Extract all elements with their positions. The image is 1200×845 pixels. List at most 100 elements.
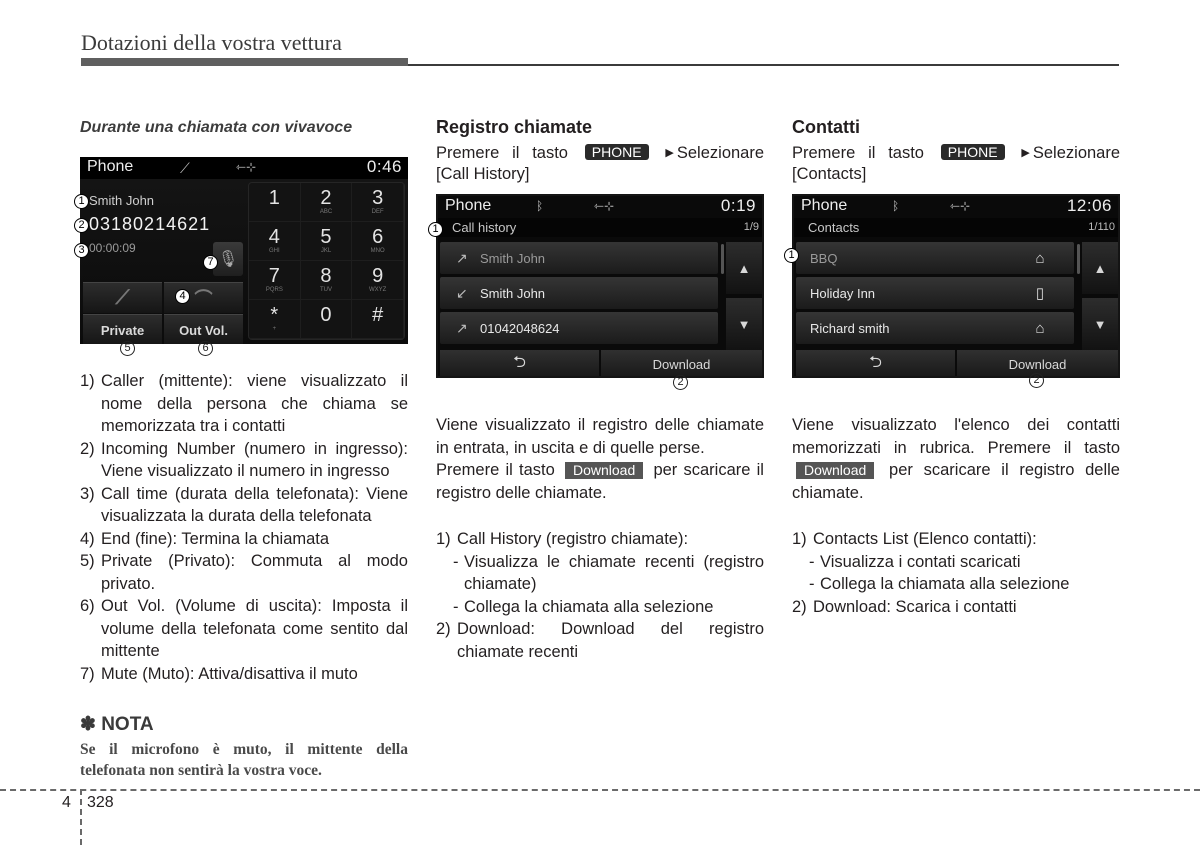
caller-number: 03180214621	[89, 214, 211, 234]
home-icon: ⌂	[1035, 249, 1045, 267]
usb-icon: ⇽⊹	[594, 199, 615, 213]
download-button[interactable]: Download	[601, 350, 762, 376]
phone-key-badge: PHONE	[584, 144, 649, 160]
key-2[interactable]: 2 ABC	[300, 183, 353, 222]
phone-handset-icon: ⟋	[115, 286, 130, 309]
status-bar: Phone ᛒ ⇽⊹ 12:06	[794, 196, 1118, 218]
key-5[interactable]: 5 JKL	[300, 222, 353, 261]
callout-2: 2	[1029, 373, 1044, 388]
callout-5: 5	[120, 341, 135, 356]
back-arrow-icon: ⮌	[513, 353, 526, 371]
list-item: 5) Private (Privato): Commuta al modo pri…	[80, 552, 408, 593]
contact-row[interactable]: Holiday Inn ▯	[796, 277, 1074, 309]
triangle-up-icon: ▲	[1093, 260, 1107, 276]
contacts-description: Viene visualizzato l'elenco dei contatti…	[792, 414, 1120, 618]
handsfree-list: 1) Caller (mittente): viene visualizzato …	[80, 370, 408, 685]
list-item: 2) Download: Scarica i contatti	[792, 597, 1017, 616]
out-vol-button[interactable]: Out Vol.	[164, 314, 243, 344]
triangle-down-icon: ▼	[1093, 316, 1107, 332]
list-item: 2) Download: Download del registro chiama…	[436, 620, 764, 661]
key-4[interactable]: 4 GHI	[249, 222, 301, 261]
list-item: 1) Contacts List (Elenco contatti):	[792, 530, 1037, 548]
back-button[interactable]: ⮌	[796, 350, 955, 376]
usb-icon: ⇽⊹	[236, 160, 257, 174]
answer-button[interactable]: ⟋	[83, 282, 162, 313]
private-button[interactable]: Private	[83, 314, 162, 344]
call-time: 00:00:09	[89, 241, 136, 255]
mobile-icon: ▯	[1035, 285, 1045, 302]
list-item: 6) Out Vol. (Volume di uscita): Imposta i…	[80, 597, 408, 660]
scroll-down-button[interactable]: ▼	[1082, 298, 1118, 350]
download-key-badge: Download	[564, 462, 644, 479]
sub-item: - Visualizza le chiamate recenti (registr…	[453, 552, 764, 594]
outgoing-call-icon: ↗	[456, 249, 468, 266]
key-hash[interactable]: #	[352, 300, 404, 339]
back-button[interactable]: ⮌	[440, 350, 599, 376]
usb-icon: ⇽⊹	[950, 199, 971, 213]
paragraph: Viene visualizzato il registro delle chi…	[436, 416, 764, 457]
key-9[interactable]: 9 WXYZ	[352, 261, 404, 300]
status-bar: Phone ⟋ ⇽⊹ 0:46	[80, 157, 408, 179]
page-header-title: Dotazioni della vostra vettura	[81, 30, 342, 55]
chapter-number: 4	[62, 794, 71, 811]
bluetooth-icon: ᛒ	[536, 199, 544, 213]
callout-3: 3	[74, 243, 89, 258]
arrow-right-icon: ▶	[1021, 147, 1030, 159]
list-item: 1) Call History (registro chiamate):	[436, 530, 689, 548]
key-7[interactable]: 7 PQRS	[249, 261, 301, 300]
section-title: Contatti	[792, 117, 860, 137]
key-6[interactable]: 6 MNO	[352, 222, 404, 261]
end-call-icon: ⌒	[194, 289, 213, 309]
callout-4: 4	[175, 289, 190, 304]
call-icon: ⟋	[180, 160, 190, 176]
bluetooth-icon: ᛒ	[892, 199, 900, 213]
list-item: 2) Incoming Number (numero in ingresso): …	[80, 439, 408, 481]
call-history-row[interactable]: ↗ 01042048624	[440, 312, 718, 344]
call-history-description: Viene visualizzato il registro delle chi…	[436, 414, 764, 663]
list-item: 7) Mute (Muto): Attiva/disattiva il muto	[80, 664, 358, 683]
sub-item: - Collega la chiamata alla selezione	[453, 597, 714, 616]
key-0[interactable]: 0	[300, 300, 353, 339]
key-3[interactable]: 3 DEF	[352, 183, 404, 222]
callout-2: 2	[74, 218, 89, 233]
call-history-row[interactable]: ↙ Smith John	[440, 277, 718, 309]
scroll-down-button[interactable]: ▼	[726, 298, 762, 350]
section-intro: Premere il tasto PHONE ▶ Selezionare [Cal…	[436, 144, 765, 183]
note-body: Se il microfono è muto, il mittente dell…	[80, 741, 408, 779]
triangle-up-icon: ▲	[737, 260, 751, 276]
callout-1: 1	[428, 222, 443, 237]
microphone-icon: 🎙	[217, 251, 239, 268]
clock: 0:19	[720, 196, 756, 215]
app-title: Phone	[445, 197, 492, 214]
paragraph: Viene visualizzato l'elenco dei contatti…	[792, 416, 1120, 502]
note-title: ✽ NOTA	[80, 714, 154, 735]
call-history-row[interactable]: ↗ Smith John	[440, 242, 718, 274]
key-8[interactable]: 8 TUV	[300, 261, 353, 300]
clock: 12:06	[1066, 196, 1112, 215]
contact-row[interactable]: Richard smith ⌂	[796, 312, 1074, 344]
scroll-up-button[interactable]: ▲	[726, 242, 762, 294]
callout-6: 6	[198, 341, 213, 356]
callout-7: 7	[203, 255, 218, 270]
key-1[interactable]: 1	[249, 183, 301, 222]
scrollbar[interactable]	[721, 244, 724, 274]
status-bar: Phone ᛒ ⇽⊹ 0:19	[438, 196, 762, 218]
page-indicator: 1/110	[1088, 221, 1115, 233]
list-title: Call history	[452, 220, 517, 235]
scrollbar[interactable]	[1077, 244, 1080, 274]
call-history-screen: Phone ᛒ ⇽⊹ 0:19 Call history 1/9 ↗ Smith …	[436, 194, 764, 378]
sub-item: - Collega la chiamata alla selezione	[809, 575, 1070, 593]
footer-rule	[0, 789, 1200, 791]
callout-1: 1	[784, 248, 799, 263]
contact-row[interactable]: BBQ ⌂	[796, 242, 1074, 274]
outgoing-call-icon: ↗	[456, 319, 468, 336]
call-screen: Phone ⟋ ⇽⊹ 0:46 Smith John 03180214621 0…	[80, 157, 408, 344]
key-star[interactable]: * +	[249, 300, 301, 339]
section-intro: Premere il tasto PHONE ▶ Selezionare [Con…	[792, 144, 1121, 183]
list-item: 3) Call time (durata della telefonata): V…	[80, 484, 408, 526]
list-header: Call history 1/9	[438, 218, 762, 237]
paragraph: Premere il tasto Download per scaricare …	[436, 461, 764, 502]
list-title: Contacts	[808, 220, 860, 235]
scroll-up-button[interactable]: ▲	[1082, 242, 1118, 294]
footer-divider	[80, 789, 82, 845]
